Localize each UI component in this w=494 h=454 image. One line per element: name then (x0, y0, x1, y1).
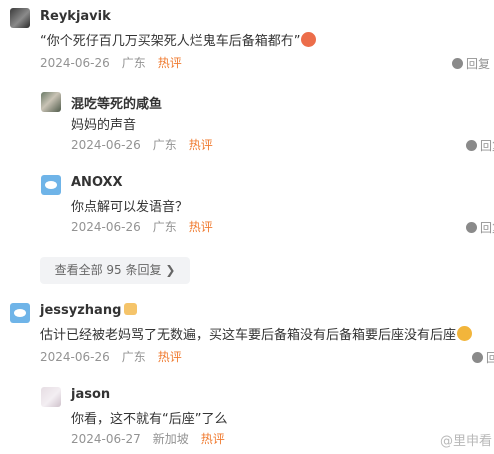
avatar[interactable] (41, 387, 61, 407)
reply-button[interactable]: 回复 (472, 349, 494, 366)
avatar[interactable] (41, 92, 61, 112)
username[interactable]: jason (71, 387, 110, 402)
view-all-replies-button[interactable]: 查看全部 95 条回复 ❯ (40, 257, 190, 284)
comment-text: 你点解可以发语音？ (71, 200, 189, 215)
comment-icon (472, 352, 483, 363)
comment-text: “你个死仔百几万买架死人烂鬼车后备箱都冇” (40, 30, 317, 49)
username[interactable]: 混吃等死的咸鱼 (71, 93, 162, 112)
comment-meta: 2024-06-26 广东 热评 (40, 350, 182, 364)
comment-text: 妈妈的声音 (71, 118, 137, 133)
comment-icon (466, 222, 477, 233)
reply-button[interactable]: 回复 (466, 137, 494, 154)
reply-button[interactable]: 回复 (452, 55, 490, 72)
avatar[interactable] (10, 303, 30, 323)
avatar[interactable] (41, 175, 61, 195)
reply-button[interactable]: 回复 (466, 219, 494, 236)
comment-text: 估计已经被老妈骂了无数遍，买这车要后备箱没有后备箱要后座没有后座 (40, 324, 473, 343)
comment-meta: 2024-06-26 广东 热评 (71, 220, 213, 234)
comment-icon (466, 140, 477, 151)
avatar[interactable] (10, 8, 30, 28)
comment-meta: 2024-06-27 新加坡 热评 (71, 432, 225, 446)
angry-emoji-icon (301, 32, 317, 47)
comment-text: 你看，这不就有“后座”了么 (71, 412, 228, 427)
comment-icon (452, 58, 463, 69)
smile-emoji-icon (457, 326, 473, 341)
username[interactable]: ANOXX (71, 175, 123, 190)
comment-meta: 2024-06-26 广东 热评 (71, 138, 213, 152)
comment-meta: 2024-06-26 广东 热评 (40, 56, 182, 70)
username[interactable]: Reykjavik (40, 9, 111, 24)
watermark: @里申看 (440, 434, 493, 449)
member-badge-icon (124, 303, 138, 315)
username[interactable]: jessyzhang (40, 303, 138, 318)
